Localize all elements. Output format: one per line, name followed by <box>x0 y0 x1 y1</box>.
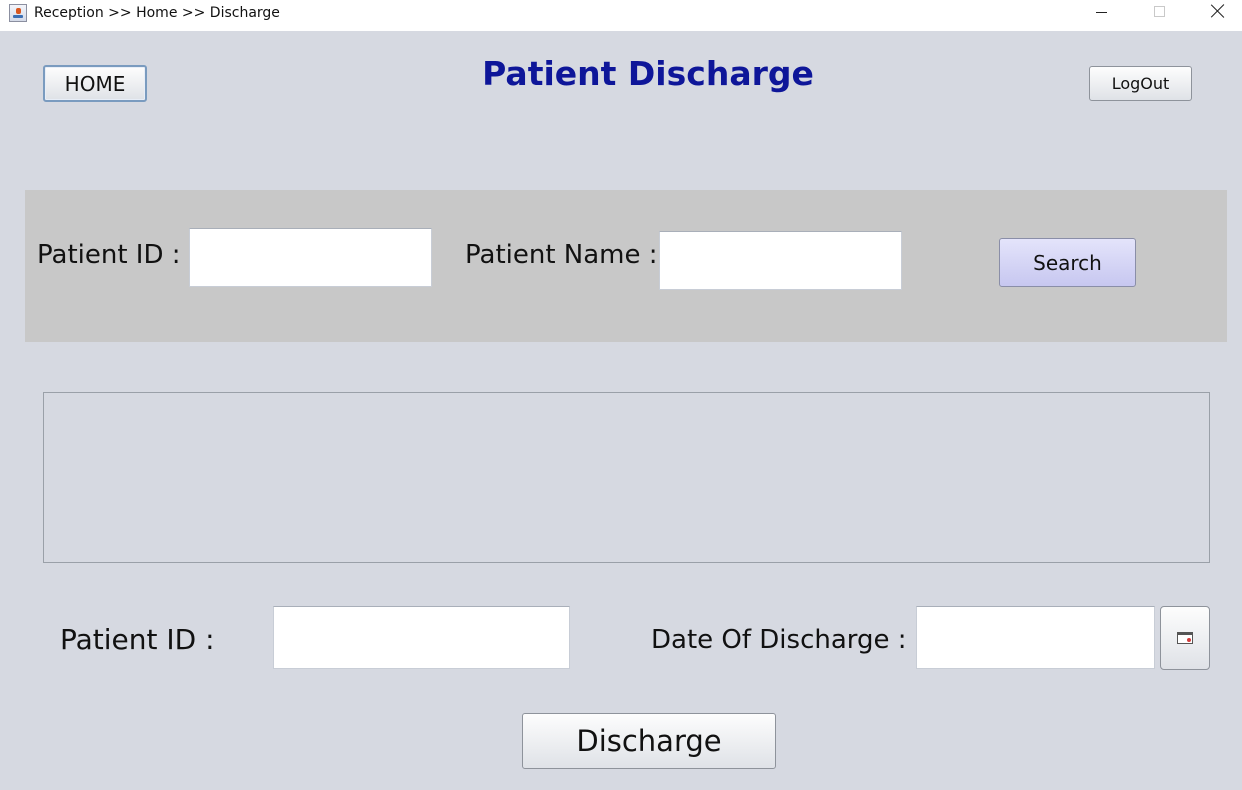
results-table[interactable] <box>43 392 1210 563</box>
calendar-icon <box>1177 632 1193 644</box>
logout-button[interactable]: LogOut <box>1089 66 1192 101</box>
search-patient-id-label: Patient ID : <box>37 240 181 270</box>
minimize-button[interactable] <box>1078 0 1124 28</box>
search-patient-name-label: Patient Name : <box>465 240 658 270</box>
home-button[interactable]: HOME <box>43 65 147 102</box>
maximize-button[interactable] <box>1136 0 1182 28</box>
window-title: Reception >> Home >> Discharge <box>34 5 280 21</box>
search-button[interactable]: Search <box>999 238 1136 287</box>
maximize-icon <box>1153 5 1165 17</box>
close-button[interactable] <box>1195 0 1241 28</box>
window-titlebar: Reception >> Home >> Discharge <box>0 0 1242 31</box>
java-app-icon <box>9 4 27 22</box>
date-of-discharge-input[interactable] <box>916 606 1155 669</box>
discharge-button[interactable]: Discharge <box>522 713 776 769</box>
calendar-picker-button[interactable] <box>1160 606 1210 670</box>
close-icon <box>1211 4 1225 18</box>
date-of-discharge-label: Date Of Discharge : <box>651 625 907 655</box>
search-patient-id-input[interactable] <box>189 228 432 287</box>
minimize-icon <box>1095 11 1107 13</box>
page-title: Patient Discharge <box>482 54 814 93</box>
discharge-patient-id-label: Patient ID : <box>60 623 215 656</box>
search-patient-name-input[interactable] <box>659 231 902 290</box>
discharge-patient-id-input[interactable] <box>273 606 570 669</box>
